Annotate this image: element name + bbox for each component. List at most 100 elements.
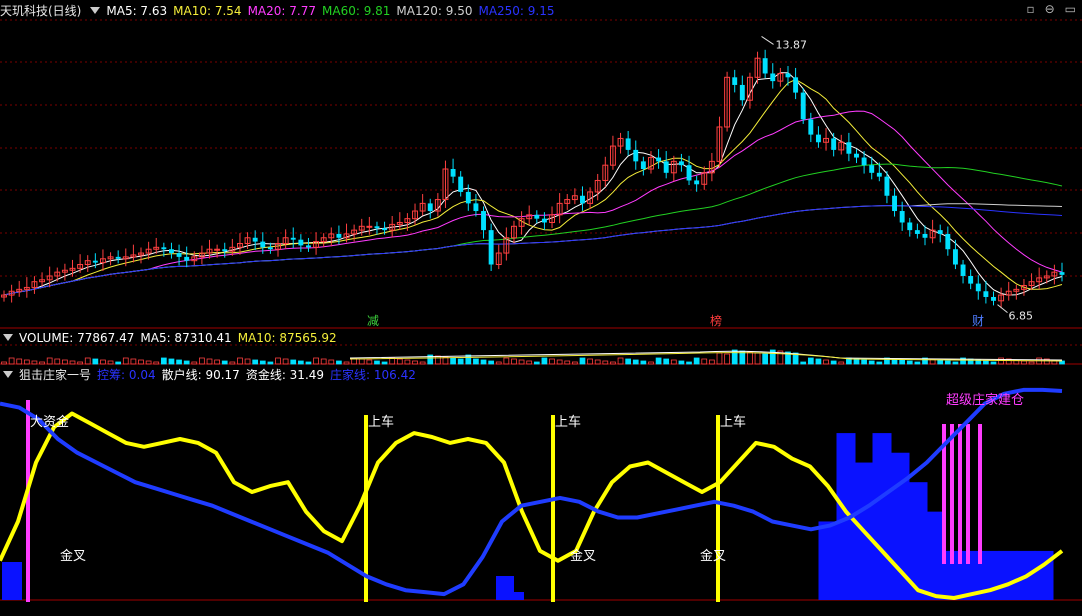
volume-bar xyxy=(724,353,730,365)
candle-body xyxy=(686,165,692,181)
volume-bar xyxy=(944,360,951,365)
buy-signal-bar xyxy=(716,415,720,602)
candle-body xyxy=(945,233,951,250)
volume-bar xyxy=(511,358,517,365)
candle-body xyxy=(465,191,471,204)
volume-bar xyxy=(815,358,822,365)
volume-bar xyxy=(366,359,373,365)
event-marker: 减 xyxy=(367,314,379,328)
candle-body xyxy=(815,134,821,143)
holding-bar xyxy=(496,576,514,600)
ma5-line xyxy=(3,72,1063,296)
candle-body xyxy=(252,237,258,242)
candle-body xyxy=(937,230,943,234)
candle-body xyxy=(92,260,98,263)
candle-body xyxy=(694,180,700,185)
volume-bar xyxy=(495,361,502,365)
candle-body xyxy=(298,239,304,246)
candle-body xyxy=(633,149,639,162)
volume-bar xyxy=(579,357,586,365)
builder-bar xyxy=(966,424,970,564)
volume-bar xyxy=(541,357,548,365)
volume-bar xyxy=(130,358,137,365)
volume-bar xyxy=(747,351,753,365)
indicator-annotation: 上车 xyxy=(555,414,581,430)
candle-body xyxy=(770,73,776,82)
candle-body xyxy=(115,256,121,259)
volume-bar xyxy=(358,358,365,365)
volume-bar xyxy=(1028,361,1035,365)
volume-bar xyxy=(153,361,160,365)
volume-bar xyxy=(221,360,228,365)
volume-bar xyxy=(488,360,494,365)
candle-body xyxy=(488,230,494,265)
candle-body xyxy=(541,218,547,223)
volume-bar xyxy=(868,360,875,365)
holding-bar xyxy=(2,562,22,600)
volume-bar xyxy=(983,360,989,365)
candle-body xyxy=(1059,272,1065,275)
candle-body xyxy=(831,138,837,150)
high-pointer xyxy=(761,36,774,45)
volume-bar xyxy=(594,359,601,365)
holding-bar xyxy=(818,521,838,600)
volume-bar xyxy=(77,361,83,365)
candle-body xyxy=(960,264,966,276)
builder-bar xyxy=(958,424,962,564)
volume-bar xyxy=(39,361,45,365)
volume-bar xyxy=(404,359,411,365)
volume-bar xyxy=(853,358,860,365)
candle-body xyxy=(907,222,913,231)
volume-bar xyxy=(716,352,723,365)
candle-body xyxy=(846,142,852,154)
volume-bar xyxy=(92,358,99,365)
high-label: 13.87 xyxy=(776,38,808,51)
ma60-line xyxy=(3,163,1063,296)
volume-bar xyxy=(183,360,190,365)
builder-bar xyxy=(950,424,954,564)
holding-bar xyxy=(514,592,524,600)
holding-bar xyxy=(998,550,1018,600)
candle-body xyxy=(176,253,182,257)
candle-body xyxy=(214,248,221,251)
candle-body xyxy=(260,241,266,248)
candle-body xyxy=(306,245,311,248)
volume-bar xyxy=(191,361,198,365)
big-money-bar xyxy=(26,400,30,602)
candle-body xyxy=(739,84,745,101)
volume-bar xyxy=(990,361,997,365)
volume-bar xyxy=(549,358,555,365)
volume-bar xyxy=(648,361,654,365)
volume-bar xyxy=(952,361,959,365)
volume-bar xyxy=(160,357,167,365)
indicator-annotation: 大资金 xyxy=(30,414,69,430)
volume-bar xyxy=(807,357,814,365)
stock-chart[interactable]: 13.87 6.85 减 榜 财大资金 上车 上车 上车金叉 金叉 金叉 超级庄家建仓 xyxy=(0,0,1082,616)
indicator-annotation: 超级庄家建仓 xyxy=(946,392,1024,408)
candle-body xyxy=(656,157,662,162)
volume-bar xyxy=(503,357,510,365)
candle-body xyxy=(732,77,738,85)
volume-bar xyxy=(830,360,837,365)
candle-body xyxy=(222,249,228,252)
volume-bar xyxy=(23,359,30,365)
candle-body xyxy=(458,176,464,192)
candle-body xyxy=(366,225,373,228)
candle-body xyxy=(892,195,898,212)
volume-bar xyxy=(381,361,388,365)
volume-bar xyxy=(731,349,738,365)
volume-bar xyxy=(640,360,647,365)
candle-body xyxy=(975,283,981,292)
candle-body xyxy=(869,165,875,173)
candle-body xyxy=(808,119,814,135)
candle-body xyxy=(884,176,890,196)
volume-bar xyxy=(16,358,23,365)
volume-bar xyxy=(625,358,631,365)
volume-bar xyxy=(937,359,944,365)
volume-bar xyxy=(138,359,144,365)
volume-bar xyxy=(336,360,342,365)
volume-bar xyxy=(754,352,761,365)
candle-body xyxy=(580,195,585,204)
candle-body xyxy=(991,296,996,301)
volume-bar xyxy=(670,359,677,365)
